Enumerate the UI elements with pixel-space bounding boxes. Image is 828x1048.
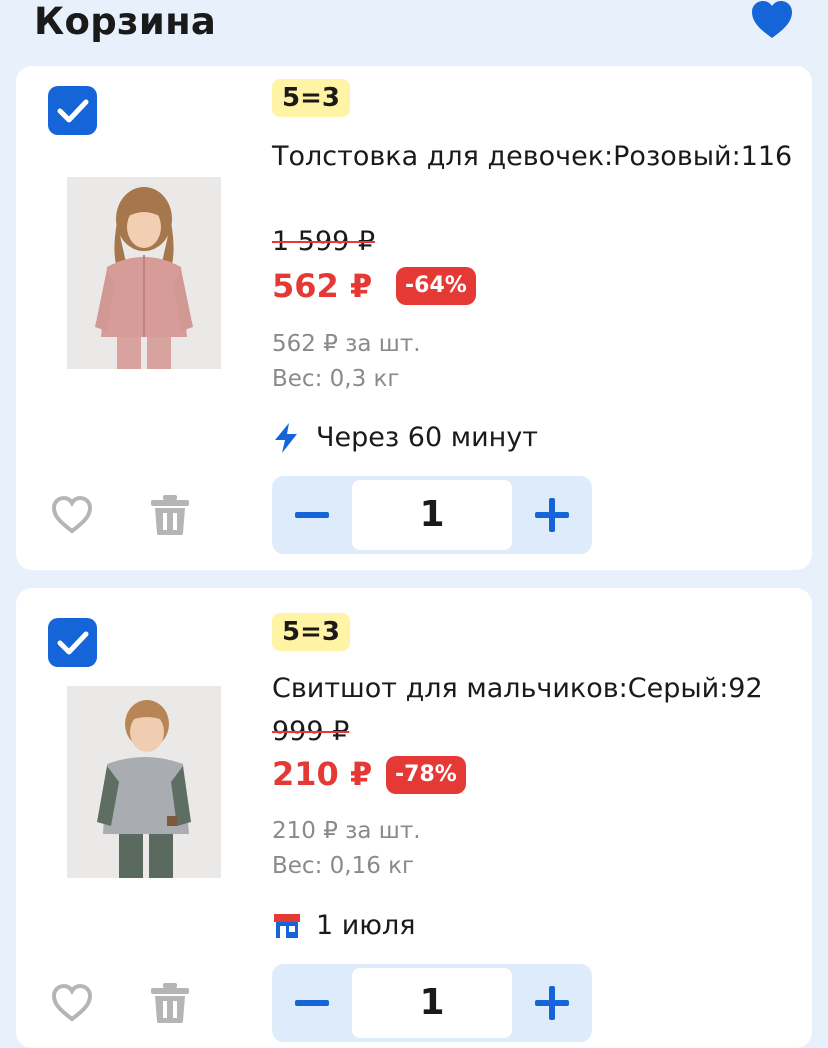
cart-item-card: 5=3 Толстовка для девочек:Розовый:116 1 … bbox=[16, 66, 812, 570]
discount-badge: -64% bbox=[396, 267, 476, 305]
lightning-icon bbox=[272, 419, 310, 457]
discount-badge: -78% bbox=[386, 756, 466, 794]
delivery-info: 1 июля bbox=[272, 906, 416, 946]
trash-icon[interactable] bbox=[148, 981, 192, 1025]
item-checkbox[interactable] bbox=[48, 618, 97, 667]
favorite-heart-icon[interactable] bbox=[50, 493, 94, 537]
plus-icon bbox=[535, 498, 569, 532]
item-checkbox[interactable] bbox=[48, 86, 97, 135]
item-weight: Вес: 0,16 кг bbox=[272, 853, 415, 879]
old-price: 999 ₽ bbox=[272, 716, 350, 747]
product-name[interactable]: Толстовка для девочек:Розовый:116 bbox=[272, 135, 802, 179]
old-price: 1 599 ₽ bbox=[272, 226, 376, 257]
delivery-info: Через 60 минут bbox=[272, 418, 538, 458]
current-price: 210 ₽ bbox=[272, 755, 373, 793]
unit-price: 562 ₽ за шт. bbox=[272, 331, 421, 357]
decrease-quantity-button[interactable] bbox=[272, 476, 352, 554]
checkmark-icon bbox=[57, 631, 88, 654]
quantity-stepper: 1 bbox=[272, 964, 592, 1042]
favorite-heart-icon[interactable] bbox=[50, 981, 94, 1025]
page-title: Корзина bbox=[34, 0, 217, 43]
minus-icon bbox=[295, 1000, 329, 1006]
unit-price: 210 ₽ за шт. bbox=[272, 818, 421, 844]
quantity-stepper: 1 bbox=[272, 476, 592, 554]
trash-icon[interactable] bbox=[148, 493, 192, 537]
decrease-quantity-button[interactable] bbox=[272, 964, 352, 1042]
delivery-text: Через 60 минут bbox=[316, 422, 539, 453]
increase-quantity-button[interactable] bbox=[512, 476, 592, 554]
cart-item-card: 5=3 Свитшот для мальчиков:Серый:92 999 ₽… bbox=[16, 588, 812, 1048]
quantity-value[interactable]: 1 bbox=[352, 480, 512, 550]
minus-icon bbox=[295, 512, 329, 518]
quantity-value[interactable]: 1 bbox=[352, 968, 512, 1038]
promo-badge: 5=3 bbox=[272, 613, 350, 651]
item-weight: Вес: 0,3 кг bbox=[272, 366, 400, 392]
delivery-text: 1 июля bbox=[316, 910, 416, 941]
plus-icon bbox=[535, 986, 569, 1020]
checkmark-icon bbox=[57, 99, 88, 122]
current-price: 562 ₽ bbox=[272, 267, 373, 305]
product-image[interactable] bbox=[67, 686, 221, 878]
app-header: Корзина bbox=[0, 0, 828, 60]
product-name[interactable]: Свитшот для мальчиков:Серый:92 bbox=[272, 667, 802, 711]
store-icon bbox=[272, 907, 310, 945]
product-image[interactable] bbox=[67, 177, 221, 369]
promo-badge: 5=3 bbox=[272, 79, 350, 117]
increase-quantity-button[interactable] bbox=[512, 964, 592, 1042]
heart-filled-icon[interactable] bbox=[750, 0, 794, 40]
